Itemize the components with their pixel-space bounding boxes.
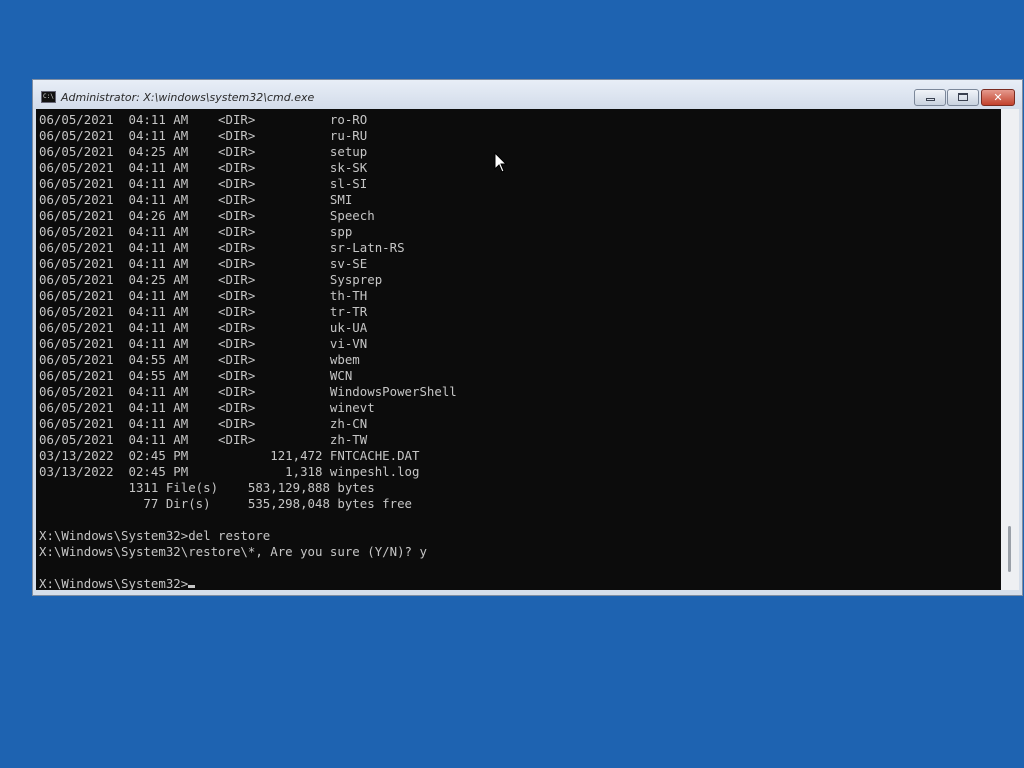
console-line: 06/05/2021 04:11 AM <DIR> spp [39, 224, 353, 239]
console-line: 77 Dir(s) 535,298,048 bytes free [39, 496, 412, 511]
console-line: 06/05/2021 04:11 AM <DIR> WindowsPowerSh… [39, 384, 457, 399]
close-button[interactable]: ✕ [981, 89, 1015, 106]
console-line: 06/05/2021 04:11 AM <DIR> sk-SK [39, 160, 368, 175]
console-line: 1311 File(s) 583,129,888 bytes [39, 480, 375, 495]
command-prompt[interactable]: X:\Windows\System32> [39, 576, 188, 590]
console-line: 06/05/2021 04:11 AM <DIR> winevt [39, 400, 375, 415]
console-line: 03/13/2022 02:45 PM 121,472 FNTCACHE.DAT [39, 448, 420, 463]
console-text: 06/05/2021 04:11 AM <DIR> ro-RO 06/05/20… [36, 109, 1001, 590]
console-line: 06/05/2021 04:11 AM <DIR> sr-Latn-RS [39, 240, 405, 255]
cmd-window[interactable]: C:\ Administrator: X:\windows\system32\c… [32, 79, 1023, 596]
console-line: 06/05/2021 04:11 AM <DIR> ro-RO [39, 112, 368, 127]
console-line: 06/05/2021 04:11 AM <DIR> sv-SE [39, 256, 368, 271]
title-bar[interactable]: C:\ Administrator: X:\windows\system32\c… [33, 80, 1022, 109]
mouse-pointer-icon [494, 152, 508, 173]
maximize-button[interactable] [947, 89, 979, 106]
text-cursor [188, 585, 196, 588]
minimize-button[interactable] [914, 89, 946, 106]
console-line: 06/05/2021 04:25 AM <DIR> setup [39, 144, 368, 159]
console-line: 06/05/2021 04:11 AM <DIR> tr-TR [39, 304, 368, 319]
console-line: 06/05/2021 04:11 AM <DIR> ru-RU [39, 128, 368, 143]
console-line: 06/05/2021 04:11 AM <DIR> zh-TW [39, 432, 368, 447]
minimize-icon [925, 97, 935, 101]
desktop: C:\ Administrator: X:\windows\system32\c… [0, 0, 1024, 768]
console-line: 06/05/2021 04:25 AM <DIR> Sysprep [39, 272, 383, 287]
console-line: 06/05/2021 04:11 AM <DIR> sl-SI [39, 176, 368, 191]
console-line: 06/05/2021 04:55 AM <DIR> wbem [39, 352, 360, 367]
console-line: 03/13/2022 02:45 PM 1,318 winpeshl.log [39, 464, 420, 479]
maximize-icon [958, 92, 968, 101]
vertical-scrollbar[interactable] [1001, 109, 1019, 590]
console-line: 06/05/2021 04:11 AM <DIR> SMI [39, 192, 353, 207]
console-line: 06/05/2021 04:11 AM <DIR> th-TH [39, 288, 368, 303]
console-output[interactable]: 06/05/2021 04:11 AM <DIR> ro-RO 06/05/20… [36, 109, 1001, 590]
console-line: 06/05/2021 04:11 AM <DIR> uk-UA [39, 320, 368, 335]
console-line: 06/05/2021 04:11 AM <DIR> zh-CN [39, 416, 368, 431]
cmd-icon: C:\ [41, 91, 56, 103]
console-line: X:\Windows\System32\restore\*, Are you s… [39, 544, 427, 559]
console-line: X:\Windows\System32>del restore [39, 528, 271, 543]
console-line: 06/05/2021 04:26 AM <DIR> Speech [39, 208, 375, 223]
console-line: 06/05/2021 04:11 AM <DIR> vi-VN [39, 336, 368, 351]
console-line: 06/05/2021 04:55 AM <DIR> WCN [39, 368, 353, 383]
window-title: Administrator: X:\windows\system32\cmd.e… [61, 91, 315, 104]
scrollbar-thumb[interactable] [1008, 526, 1011, 572]
close-icon: ✕ [993, 91, 1003, 104]
